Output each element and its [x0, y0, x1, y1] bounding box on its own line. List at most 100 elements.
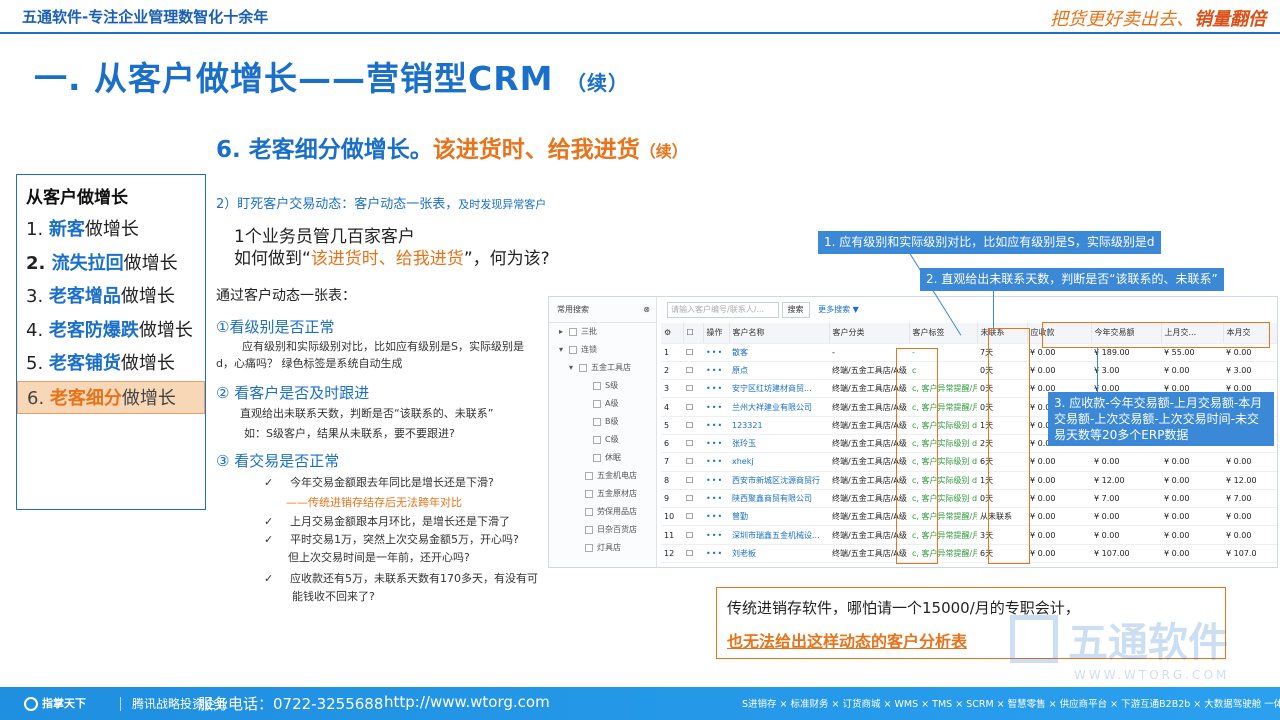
row-actions-icon[interactable]: ••• — [703, 434, 729, 454]
slogan-main: 把货更好卖出去、 — [1050, 9, 1194, 30]
topic-nav-item-win-back[interactable]: 2. 流失拉回做增长 — [17, 247, 205, 281]
row-checkbox[interactable]: ☐ — [683, 452, 703, 472]
section-2-title: ② 看客户是否及时跟进 — [216, 384, 370, 402]
row-actions-icon[interactable]: ••• — [703, 361, 729, 381]
tree-node[interactable]: ▾ 五金工具店 — [549, 359, 656, 377]
table-row[interactable]: 7☐•••xhekj终端/五金工具店/A级c, 客户实际级别 d, 46天¥ 0… — [661, 452, 1277, 472]
check-1-sub: ——传统进销存结存后无法跨年对比 — [286, 496, 462, 509]
row-actions-icon[interactable]: ••• — [703, 343, 729, 362]
customer-name-link[interactable]: 兰州大祥建业有限公司 — [729, 397, 829, 417]
tree-node[interactable]: ▸ 三批 — [549, 323, 656, 341]
topic-nav-item-new-customers[interactable]: 1. 新客做增长 — [17, 213, 205, 247]
table-row[interactable]: 8☐•••西安市新城区沈源商贸行终端/五金工具店/A级c, 客户实际级别 d, … — [661, 471, 1277, 490]
row-actions-icon[interactable]: ••• — [703, 379, 729, 399]
tree-checkbox[interactable] — [585, 525, 593, 534]
cell-year: ¥ 3.00 — [1091, 361, 1161, 381]
row-checkbox[interactable]: ☐ — [683, 343, 703, 362]
tree-checkbox[interactable] — [593, 435, 601, 444]
customer-name-link[interactable]: 深圳市瑞鑫五金机械设... — [729, 525, 829, 545]
column-header[interactable]: 客户标签 — [909, 323, 978, 344]
row-checkbox[interactable]: ☐ — [683, 525, 703, 545]
customer-name-link[interactable]: xhekj — [729, 452, 829, 472]
tree-node[interactable]: 休眠 — [549, 449, 656, 467]
row-actions-icon[interactable]: ••• — [703, 471, 729, 490]
table-row[interactable]: 9☐•••陕西聚鑫商贸有限公司终端/五金工具店/A级c, 客户实际级别 d, 4… — [661, 489, 1277, 509]
tree-checkbox[interactable] — [569, 327, 577, 336]
tree-checkbox[interactable] — [585, 471, 593, 480]
tree-node[interactable]: A级 — [549, 395, 656, 413]
customer-name-link[interactable]: 安宁区红坊建材商贸... — [729, 379, 829, 399]
customer-name-link[interactable]: 散客 — [729, 343, 829, 362]
customer-name-link[interactable]: 曾勤 — [729, 507, 829, 527]
row-checkbox[interactable]: ☐ — [683, 361, 703, 381]
search-input[interactable]: 请输入客户编号/联系人/... — [667, 301, 779, 318]
column-header[interactable]: 客户名称 — [729, 323, 830, 344]
nav-item-rest: 做增长 — [123, 252, 178, 274]
footer-url[interactable]: http://www.wtorg.com — [384, 693, 550, 711]
row-actions-icon[interactable]: ••• — [703, 489, 729, 509]
cell-n: 4 — [661, 397, 683, 417]
close-icon[interactable]: ⊗ — [643, 297, 650, 323]
customer-name-link[interactable]: 西安市新城区沈源商贸行 — [729, 471, 829, 490]
expand-arrow-icon[interactable]: ▸ — [559, 323, 569, 341]
customer-name-link[interactable]: 刘老板 — [729, 544, 829, 564]
row-actions-icon[interactable]: ••• — [703, 452, 729, 472]
cell-tm: ¥ 3.00 — [1223, 361, 1277, 381]
topic-nav-item-stocking[interactable]: 5. 老客铺货做增长 — [17, 347, 205, 381]
tree-node[interactable]: C级 — [549, 431, 656, 449]
row-checkbox[interactable]: ☐ — [683, 489, 703, 509]
tree-checkbox[interactable] — [585, 507, 593, 516]
tree-node[interactable]: S级 — [549, 377, 656, 395]
more-filter-link[interactable]: 更多搜索 ▼ — [818, 305, 859, 314]
customer-name-link[interactable]: 123321 — [729, 416, 829, 435]
customer-name-link[interactable]: 原点 — [729, 361, 829, 381]
tree-checkbox[interactable] — [593, 381, 601, 390]
row-checkbox[interactable]: ☐ — [683, 397, 703, 417]
table-row[interactable]: 12☐•••刘老板终端/五金工具店/A级c, 客户异常提醒/月...6天¥ 0.… — [661, 544, 1277, 564]
expand-arrow-icon[interactable]: ▾ — [559, 341, 569, 359]
tree-node[interactable]: 灯具店 — [549, 539, 656, 557]
row-checkbox[interactable]: ☐ — [683, 544, 703, 564]
customer-name-link[interactable]: 陕西聚鑫商贸有限公司 — [729, 489, 829, 509]
customer-name-link[interactable]: 张玲玉 — [729, 434, 829, 454]
tree-node[interactable]: B级 — [549, 413, 656, 431]
tree-node[interactable]: 五金原材店 — [549, 485, 656, 503]
tree-node[interactable]: 五金机电店 — [549, 467, 656, 485]
tree-checkbox[interactable] — [579, 363, 587, 372]
column-header[interactable]: 操作 — [703, 323, 730, 344]
tree-node[interactable]: 日杂百货店 — [549, 521, 656, 539]
row-actions-icon[interactable]: ••• — [703, 544, 729, 564]
row-actions-icon[interactable]: ••• — [703, 525, 729, 545]
watermark-url: WWW.WTORG.COM — [1074, 668, 1230, 682]
tree-node-label: 五金原材店 — [597, 489, 637, 498]
nav-item-number: 5. — [26, 353, 49, 374]
topic-nav-item-prevent-drop[interactable]: 4. 老客防爆跌做增长 — [17, 314, 205, 348]
row-checkbox[interactable]: ☐ — [683, 379, 703, 399]
tree-checkbox[interactable] — [585, 543, 593, 552]
select-all-checkbox[interactable]: ☐ — [683, 323, 704, 344]
tree-checkbox[interactable] — [593, 399, 601, 408]
search-button[interactable]: 搜索 — [781, 301, 810, 318]
row-checkbox[interactable]: ☐ — [683, 507, 703, 527]
expand-arrow-icon[interactable]: ▾ — [569, 359, 579, 377]
table-row[interactable]: 10☐•••曾勤终端/五金工具店/A级c, 客户异常提醒/月...从未联系¥ 0… — [661, 507, 1277, 527]
tree-node[interactable]: ▾ 连锁 — [549, 341, 656, 359]
tree-checkbox[interactable] — [593, 417, 601, 426]
settings-icon[interactable]: ⚙ — [661, 323, 684, 344]
topic-nav-item-segmentation[interactable]: 6. 老客细分做增长 — [17, 380, 205, 414]
row-checkbox[interactable]: ☐ — [683, 416, 703, 435]
point-2-small: 及时发现异常客户 — [458, 198, 547, 211]
tree-node[interactable]: 劳保用品店 — [549, 503, 656, 521]
tree-checkbox[interactable] — [569, 345, 577, 354]
row-checkbox[interactable]: ☐ — [683, 434, 703, 454]
row-checkbox[interactable]: ☐ — [683, 471, 703, 490]
tree-checkbox[interactable] — [593, 453, 601, 462]
tree-checkbox[interactable] — [585, 489, 593, 498]
row-actions-icon[interactable]: ••• — [703, 397, 729, 417]
table-row[interactable]: 2 ☐ ••• 原点 终端/五金工具店/A级 c 0天 ¥ 0.00 ¥ 3.00 ¥ 0.00 ¥… — [661, 361, 1277, 381]
topic-nav-item-more-products[interactable]: 3. 老客增品做增长 — [17, 280, 205, 314]
row-actions-icon[interactable]: ••• — [703, 416, 729, 435]
column-header[interactable]: 客户分类 — [829, 323, 910, 344]
table-row[interactable]: 11 ☐ ••• 深圳市瑞鑫五金机械设... 终端/五金工具店/A级 c, 客户异常提醒/… — [661, 525, 1277, 545]
row-actions-icon[interactable]: ••• — [703, 507, 729, 527]
